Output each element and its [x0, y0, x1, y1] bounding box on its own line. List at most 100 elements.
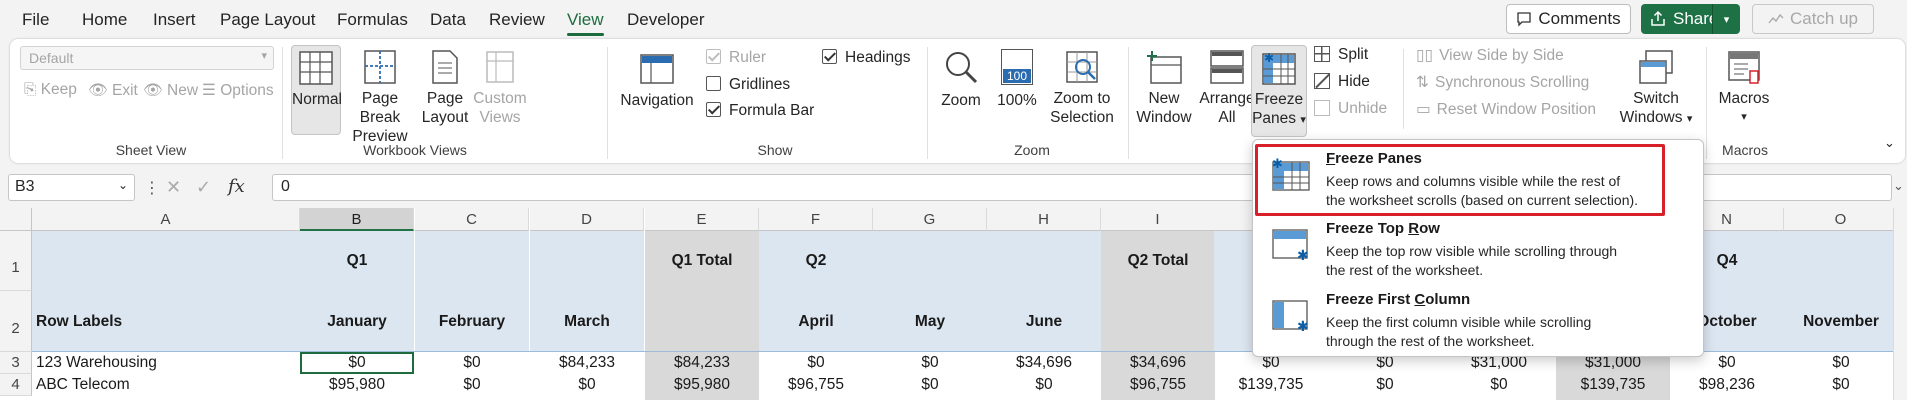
- comments-button[interactable]: Comments: [1506, 4, 1631, 34]
- catch-up-button[interactable]: Catch up: [1752, 4, 1874, 34]
- column-header-e[interactable]: E: [645, 208, 759, 231]
- switch-windows-button[interactable]: Switch Windows ▾: [1618, 45, 1694, 129]
- share-dropdown-button[interactable]: ▾: [1712, 4, 1740, 34]
- value-cell-f3[interactable]: $0: [763, 354, 869, 372]
- value-cell-m4[interactable]: $139,735: [1560, 376, 1666, 394]
- column-header-c[interactable]: C: [415, 208, 529, 231]
- gridlines-checkbox[interactable]: Gridlines: [706, 76, 790, 94]
- column-header-f[interactable]: F: [759, 208, 873, 231]
- tab-review[interactable]: Review: [489, 10, 545, 30]
- select-all-corner[interactable]: [0, 208, 32, 231]
- column-header-d[interactable]: D: [530, 208, 644, 231]
- row-header-4[interactable]: 4: [0, 374, 32, 396]
- row-header-2[interactable]: 2: [0, 291, 32, 352]
- column-header-h[interactable]: H: [987, 208, 1101, 231]
- value-cell-h3[interactable]: $34,696: [991, 354, 1097, 372]
- value-cell-d4[interactable]: $0: [534, 376, 640, 394]
- zoom-to-selection-button[interactable]: Zoom to Selection: [1044, 45, 1120, 127]
- menu-item-freeze-panes[interactable]: ✱ Freeze Panes Keep rows and columns vis…: [1253, 142, 1705, 216]
- insert-function-icon[interactable]: fx: [228, 176, 245, 197]
- more-options-icon[interactable]: ⋮: [144, 178, 160, 198]
- expand-formula-bar-chevron-icon[interactable]: ⌄: [1893, 178, 1904, 194]
- value-cell-j4[interactable]: $139,735: [1218, 376, 1324, 394]
- header-cell-e1[interactable]: Q1 Total: [649, 252, 755, 270]
- value-cell-g3[interactable]: $0: [877, 354, 983, 372]
- catch-up-label: Catch up: [1789, 9, 1859, 28]
- column-header-a[interactable]: A: [32, 208, 300, 231]
- arrange-all-label-1: Arrange: [1199, 90, 1255, 107]
- arrange-all-button[interactable]: Arrange All: [1196, 45, 1258, 127]
- row-label-cell[interactable]: ABC Telecom: [36, 376, 296, 394]
- header-cell-a2[interactable]: Row Labels: [36, 313, 296, 331]
- value-cell-o4[interactable]: $0: [1788, 376, 1894, 394]
- tab-page-layout[interactable]: Page Layout: [220, 10, 315, 30]
- options-button: ☰ Options: [202, 81, 274, 100]
- zoom-button[interactable]: Zoom: [936, 45, 986, 110]
- column-header-b[interactable]: B: [300, 208, 414, 231]
- switch-windows-icon: [1639, 50, 1673, 84]
- header-cell-b2[interactable]: January: [304, 313, 410, 331]
- tab-file[interactable]: File: [22, 10, 49, 30]
- column-header-o[interactable]: O: [1784, 208, 1898, 231]
- header-cell-h2[interactable]: June: [991, 313, 1097, 331]
- group-label-zoom: Zoom: [1014, 142, 1050, 158]
- tab-developer[interactable]: Developer: [627, 10, 705, 30]
- header-cell-g2[interactable]: May: [877, 313, 983, 331]
- value-cell-b4[interactable]: $95,980: [304, 376, 410, 394]
- freeze-panes-button[interactable]: ✱ Freeze Panes ▾: [1251, 45, 1307, 137]
- group-separator: [1128, 47, 1129, 159]
- hide-button[interactable]: Hide: [1314, 73, 1370, 91]
- name-box[interactable]: B3 ⌄: [8, 174, 135, 201]
- value-cell-e3[interactable]: $84,233: [649, 354, 755, 372]
- header-cell-o2[interactable]: November: [1788, 313, 1894, 331]
- tab-formulas[interactable]: Formulas: [337, 10, 408, 30]
- macros-button[interactable]: Macros ▾: [1712, 45, 1776, 127]
- new-window-label-2: Window: [1136, 109, 1192, 126]
- column-header-i[interactable]: I: [1101, 208, 1215, 231]
- menu-item-freeze-first-column[interactable]: ✱ Freeze First Column Keep the first col…: [1253, 283, 1705, 353]
- value-cell-e4[interactable]: $95,980: [649, 376, 755, 394]
- formula-bar-label: Formula Bar: [729, 102, 815, 119]
- value-cell-c3[interactable]: $0: [419, 354, 525, 372]
- value-cell-f4[interactable]: $96,755: [763, 376, 869, 394]
- value-cell-h4[interactable]: $0: [991, 376, 1097, 394]
- value-cell-g4[interactable]: $0: [877, 376, 983, 394]
- header-cell-i1[interactable]: Q2 Total: [1105, 252, 1211, 270]
- header-cell-f1[interactable]: Q2: [763, 252, 869, 270]
- vertical-scrollbar[interactable]: [1893, 208, 1907, 400]
- navigation-button[interactable]: Navigation: [618, 45, 696, 110]
- value-cell-l4[interactable]: $0: [1446, 376, 1552, 394]
- gridlines-label: Gridlines: [729, 76, 791, 93]
- formula-bar-checkbox[interactable]: Formula Bar: [706, 102, 814, 120]
- column-header-g[interactable]: G: [873, 208, 987, 231]
- value-cell-n4[interactable]: $98,236: [1674, 376, 1780, 394]
- value-cell-i3[interactable]: $34,696: [1105, 354, 1211, 372]
- normal-view-button[interactable]: Normal: [291, 45, 342, 135]
- row-header-1[interactable]: 1: [0, 231, 32, 291]
- page-break-preview-button[interactable]: Page Break Preview: [342, 45, 418, 146]
- tab-view[interactable]: View: [567, 10, 604, 36]
- value-cell-c4[interactable]: $0: [419, 376, 525, 394]
- page-layout-button[interactable]: Page Layout: [420, 45, 470, 127]
- zoom-100-button[interactable]: 100 100%: [994, 45, 1040, 110]
- value-cell-d3[interactable]: $84,233: [534, 354, 640, 372]
- tab-insert[interactable]: Insert: [153, 10, 196, 30]
- headings-checkbox[interactable]: Headings: [822, 49, 911, 67]
- row-label-cell[interactable]: 123 Warehousing: [36, 354, 296, 372]
- page-break-icon: [364, 50, 396, 84]
- collapse-ribbon-chevron-icon[interactable]: ⌄: [1884, 135, 1895, 151]
- value-cell-k4[interactable]: $0: [1332, 376, 1438, 394]
- split-button[interactable]: Split: [1314, 46, 1368, 64]
- header-cell-f2[interactable]: April: [763, 313, 869, 331]
- header-cell-d2[interactable]: March: [534, 313, 640, 331]
- new-window-button[interactable]: New Window: [1134, 45, 1194, 127]
- header-cell-c2[interactable]: February: [419, 313, 525, 331]
- value-cell-o3[interactable]: $0: [1788, 354, 1894, 372]
- new-window-label-1: New: [1148, 90, 1180, 107]
- menu-item-freeze-top-row[interactable]: ✱ Freeze Top Row Keep the top row visibl…: [1253, 212, 1705, 282]
- tab-data[interactable]: Data: [430, 10, 466, 30]
- row-header-3[interactable]: 3: [0, 352, 32, 374]
- value-cell-i4[interactable]: $96,755: [1105, 376, 1211, 394]
- tab-home[interactable]: Home: [82, 10, 127, 30]
- header-cell-b1[interactable]: Q1: [304, 252, 410, 270]
